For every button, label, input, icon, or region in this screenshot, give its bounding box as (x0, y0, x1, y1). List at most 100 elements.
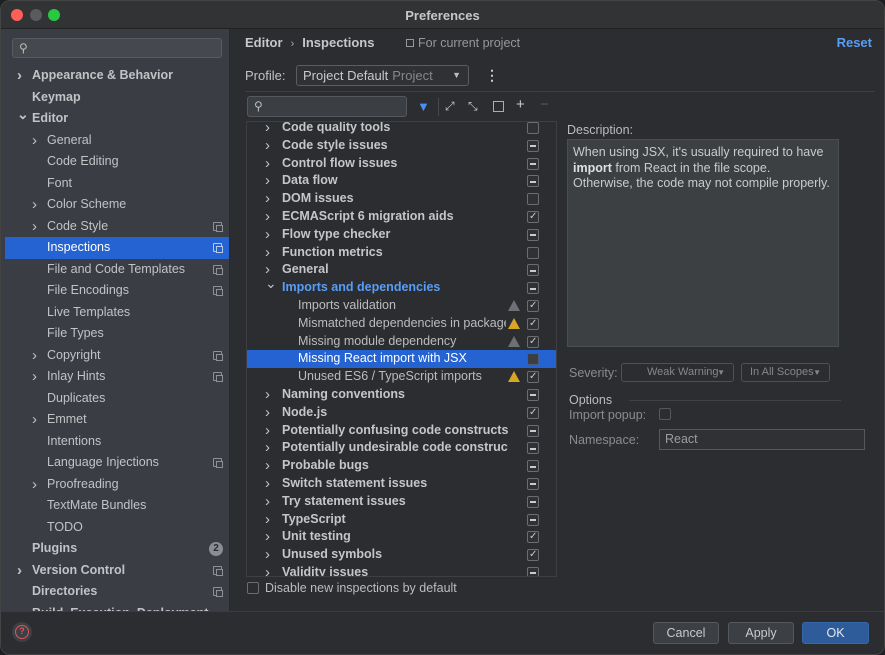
inspection-checkbox[interactable] (527, 546, 539, 564)
sidebar-item-font[interactable]: Font (5, 173, 229, 195)
inspection-item[interactable]: Mismatched dependencies in package.json (247, 315, 556, 333)
inspection-checkbox[interactable] (527, 442, 539, 455)
scope-dropdown[interactable]: In All Scopes ▼ (741, 363, 830, 382)
inspection-group[interactable]: › Potentially undesirable code constructs (247, 439, 556, 457)
inspection-group[interactable]: › Unused symbols (247, 546, 556, 564)
inspection-group[interactable]: › Validity issues (247, 564, 556, 576)
inspection-item[interactable]: Imports validation (247, 297, 556, 315)
collapse-all-icon[interactable]: ⤡ (468, 99, 478, 114)
inspection-checkbox[interactable] (527, 333, 539, 350)
sidebar-item-general[interactable]: › General (5, 130, 229, 152)
remove-icon[interactable]: − (540, 96, 549, 113)
chevron-right-icon[interactable]: › (265, 190, 270, 208)
inspection-checkbox[interactable] (527, 175, 539, 188)
chevron-right-icon[interactable]: › (265, 457, 270, 475)
cancel-button[interactable]: Cancel (653, 622, 719, 644)
chevron-right-icon[interactable]: › (265, 493, 270, 511)
chevron-right-icon[interactable]: › (32, 194, 37, 216)
chevron-right-icon[interactable]: › (17, 65, 22, 87)
sidebar-item-proofreading[interactable]: › Proofreading (5, 474, 229, 496)
inspection-group[interactable]: ⌄ Imports and dependencies (247, 275, 556, 297)
chevron-right-icon[interactable]: › (265, 528, 270, 546)
sidebar-item-file-encodings[interactable]: File Encodings (5, 280, 229, 302)
inspection-group[interactable]: › Potentially confusing code constructs (247, 422, 556, 440)
chevron-right-icon[interactable]: › (265, 511, 270, 529)
sidebar-item-intentions[interactable]: Intentions (5, 431, 229, 453)
inspection-checkbox[interactable] (527, 246, 539, 259)
chevron-right-icon[interactable]: › (265, 564, 270, 576)
inspection-checkbox[interactable] (527, 282, 539, 295)
inspection-checkbox[interactable] (527, 388, 539, 401)
inspection-checkbox[interactable] (527, 495, 539, 508)
inspection-checkbox[interactable] (527, 157, 539, 170)
inspection-checkbox[interactable] (527, 139, 539, 152)
inspection-group[interactable]: › General (247, 261, 556, 279)
inspection-item[interactable]: Missing module dependency (247, 333, 556, 350)
add-icon[interactable]: + (516, 96, 525, 113)
sidebar-item-file-types[interactable]: File Types (5, 323, 229, 345)
inspection-checkbox[interactable] (527, 297, 539, 315)
inspection-group[interactable]: › Control flow issues (247, 155, 556, 173)
inspection-group[interactable]: › Flow type checker (247, 226, 556, 244)
sidebar-item-keymap[interactable]: Keymap (5, 87, 229, 109)
inspection-group[interactable]: › Try statement issues (247, 493, 556, 511)
sidebar-item-live-templates[interactable]: Live Templates (5, 302, 229, 324)
inspection-checkbox[interactable] (527, 122, 539, 134)
chevron-right-icon[interactable]: › (265, 172, 270, 190)
sidebar-item-plugins[interactable]: Plugins 2 (5, 538, 229, 560)
chevron-down-icon[interactable]: ⌄ (17, 104, 29, 126)
inspection-checkbox[interactable] (527, 460, 539, 473)
chevron-right-icon[interactable]: › (17, 603, 22, 612)
chevron-right-icon[interactable]: › (265, 422, 270, 440)
sidebar-item-version-control[interactable]: › Version Control (5, 560, 229, 582)
inspection-item[interactable]: Missing React import with JSX (247, 350, 556, 369)
sidebar-item-duplicates[interactable]: Duplicates (5, 388, 229, 410)
expand-all-icon[interactable]: ⤢ (445, 99, 455, 114)
chevron-right-icon[interactable]: › (17, 560, 22, 582)
inspection-group[interactable]: › Code quality tools (247, 122, 556, 137)
inspection-group[interactable]: › Switch statement issues (247, 475, 556, 493)
inspection-search-input[interactable]: ⚲ (247, 96, 407, 117)
inspection-item[interactable]: Unused ES6 / TypeScript imports (247, 368, 556, 386)
ok-button[interactable]: OK (802, 622, 869, 644)
sidebar-item-file-and-code-templates[interactable]: File and Code Templates (5, 259, 229, 281)
chevron-right-icon[interactable]: › (265, 439, 270, 457)
chevron-right-icon[interactable]: › (32, 366, 37, 388)
inspection-group[interactable]: › Code style issues (247, 137, 556, 155)
inspection-group[interactable]: › Data flow (247, 172, 556, 190)
profile-dropdown[interactable]: Project Default Project ▼ (296, 65, 469, 86)
sidebar-item-textmate-bundles[interactable]: TextMate Bundles (5, 495, 229, 517)
chevron-right-icon[interactable]: › (265, 244, 270, 262)
inspection-group[interactable]: › Probable bugs (247, 457, 556, 475)
chevron-right-icon[interactable]: › (265, 208, 270, 226)
chevron-right-icon[interactable]: › (32, 216, 37, 238)
chevron-down-icon[interactable]: ⌄ (265, 275, 277, 293)
inspection-checkbox[interactable] (527, 404, 539, 422)
chevron-right-icon[interactable]: › (32, 130, 37, 152)
sidebar-item-editor[interactable]: ⌄ Editor (5, 106, 229, 130)
sidebar-item-appearance-behavior[interactable]: › Appearance & Behavior (5, 65, 229, 87)
breadcrumb-editor[interactable]: Editor (245, 35, 283, 50)
inspection-checkbox[interactable] (527, 315, 539, 333)
sidebar-item-color-scheme[interactable]: › Color Scheme (5, 194, 229, 216)
inspection-checkbox[interactable] (527, 264, 539, 277)
more-actions-icon[interactable]: ⋮ (485, 67, 499, 84)
chevron-right-icon[interactable]: › (265, 546, 270, 564)
severity-dropdown[interactable]: Weak Warning ▼ (621, 363, 734, 382)
inspection-group[interactable]: › TypeScript (247, 511, 556, 529)
sidebar-item-code-editing[interactable]: Code Editing (5, 151, 229, 173)
sidebar-item-inspections[interactable]: Inspections (5, 237, 229, 259)
sidebar-item-inlay-hints[interactable]: › Inlay Hints (5, 366, 229, 388)
sidebar-item-language-injections[interactable]: Language Injections (5, 452, 229, 474)
inspection-checkbox[interactable] (527, 353, 539, 366)
inspection-group[interactable]: › Node.js (247, 404, 556, 422)
sidebar-item-copyright[interactable]: › Copyright (5, 345, 229, 367)
chevron-right-icon[interactable]: › (265, 137, 270, 155)
chevron-right-icon[interactable]: › (265, 155, 270, 173)
import-popup-checkbox[interactable] (659, 408, 671, 420)
chevron-right-icon[interactable]: › (265, 404, 270, 422)
filter-icon[interactable]: ▼ (417, 99, 430, 114)
inspection-checkbox[interactable] (527, 566, 539, 576)
inspection-checkbox[interactable] (527, 368, 539, 386)
inspection-group[interactable]: › DOM issues (247, 190, 556, 208)
